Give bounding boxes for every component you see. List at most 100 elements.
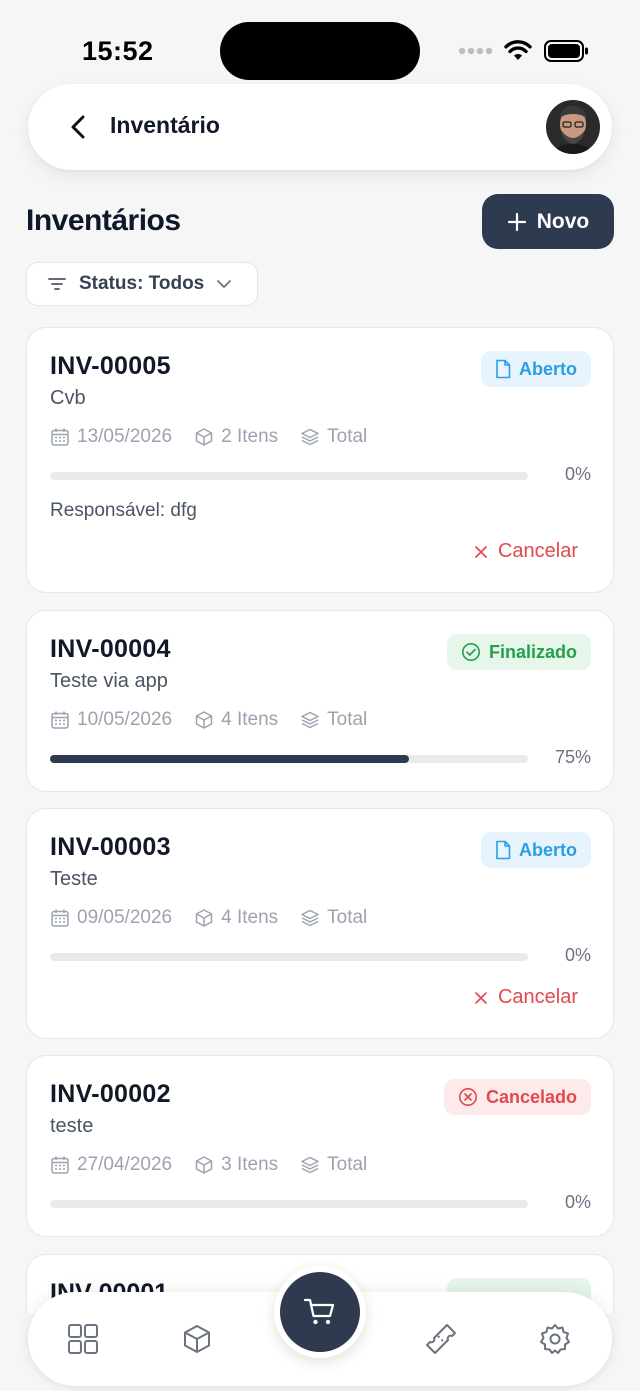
ticket-icon (426, 1324, 456, 1354)
close-icon (475, 991, 487, 1004)
responsible-label: Responsável: dfg (50, 500, 197, 521)
check-circle-icon (461, 643, 480, 661)
inventory-scope: Total (327, 1154, 368, 1175)
inventory-code: INV-00003 (50, 833, 171, 861)
inventory-card[interactable]: INV-00005 Cvb Aberto 13/05/2026 2 Itens (26, 327, 614, 593)
inventory-items: 3 Itens (221, 1154, 279, 1175)
progress-bar (50, 953, 528, 961)
nav-tickets[interactable] (424, 1322, 458, 1356)
progress-percent: 75% (554, 747, 591, 767)
inventory-card[interactable]: INV-00003 Teste Aberto 09/05/2026 4 Iten… (26, 808, 614, 1039)
calendar-icon (51, 909, 69, 927)
progress-percent: 0% (564, 464, 591, 484)
inventory-code: INV-00002 (50, 1080, 171, 1108)
card-meta: 13/05/2026 2 Itens Total (50, 426, 389, 448)
progress-fill (50, 755, 409, 763)
inventory-description: Teste via app (50, 670, 168, 692)
status-badge: Aberto (481, 351, 591, 387)
inventory-scope: Total (327, 709, 368, 730)
status-bar: 15:52 (0, 0, 640, 90)
inventory-items: 4 Itens (221, 709, 279, 730)
progress-percent: 0% (564, 945, 591, 965)
cart-fab-button[interactable] (274, 1266, 366, 1358)
layers-icon (301, 711, 319, 729)
avatar[interactable] (546, 100, 600, 154)
inventory-description: Teste (50, 868, 98, 890)
status-badge: Aberto (481, 832, 591, 868)
x-circle-icon (458, 1088, 477, 1106)
inventory-card[interactable]: INV-00002 teste Cancelado 27/04/2026 3 I… (26, 1055, 614, 1237)
inventory-date: 13/05/2026 (77, 426, 173, 447)
chevron-left-icon (71, 115, 85, 139)
cancel-label: Cancelar (497, 540, 578, 562)
top-app-bar: Inventário (28, 84, 612, 170)
cart-icon (303, 1298, 335, 1325)
chevron-down-icon (217, 280, 232, 288)
gear-icon (540, 1324, 570, 1354)
inventory-description: teste (50, 1115, 94, 1137)
status-badge-label: Aberto (519, 839, 577, 860)
document-icon (496, 359, 511, 379)
status-icons (458, 40, 590, 62)
status-badge-label: Aberto (519, 358, 577, 379)
box-icon (195, 428, 213, 446)
layers-icon (301, 909, 319, 927)
user-avatar-image (546, 100, 600, 154)
progress-bar (50, 472, 528, 480)
new-button-label: Novo (536, 209, 590, 233)
cancel-inventory-button[interactable]: Cancelar (474, 540, 578, 563)
inventory-scope: Total (327, 426, 368, 447)
filter-label: Status: Todos (79, 273, 205, 294)
status-badge-label: Finalizado (488, 641, 577, 662)
calendar-icon (51, 428, 69, 446)
calendar-icon (51, 1156, 69, 1174)
progress-percent: 0% (564, 1192, 591, 1212)
battery-icon (544, 40, 588, 62)
filter-icon (48, 278, 66, 290)
inventory-date: 10/05/2026 (77, 709, 173, 730)
inventory-date: 09/05/2026 (77, 907, 173, 928)
box-icon (184, 1325, 210, 1353)
page-title: Inventários (26, 204, 181, 237)
progress-bar (50, 755, 528, 763)
grid-icon (68, 1324, 98, 1354)
inventory-code: INV-00004 (50, 635, 171, 663)
wifi-icon (504, 40, 532, 60)
inventory-card[interactable]: INV-00004 Teste via app Finalizado 10/05… (26, 610, 614, 792)
dynamic-island (220, 22, 420, 80)
header-title: Inventário (110, 112, 220, 138)
status-time: 15:52 (82, 36, 154, 66)
document-icon (496, 840, 511, 860)
signal-icon (458, 47, 492, 55)
status-badge: Finalizado (446, 634, 591, 670)
cancel-inventory-button[interactable]: Cancelar (474, 986, 578, 1009)
card-meta: 10/05/2026 4 Itens Total (50, 709, 389, 731)
nav-dashboard[interactable] (66, 1322, 100, 1356)
box-icon (195, 711, 213, 729)
nav-products[interactable] (180, 1322, 214, 1356)
status-badge: Cancelado (443, 1079, 591, 1115)
close-icon (475, 545, 487, 558)
box-icon (195, 909, 213, 927)
box-icon (195, 1156, 213, 1174)
cart-fab-inner (280, 1272, 360, 1352)
inventory-scope: Total (327, 907, 368, 928)
layers-icon (301, 428, 319, 446)
layers-icon (301, 1156, 319, 1174)
plus-icon (507, 212, 526, 231)
nav-settings[interactable] (538, 1322, 572, 1356)
inventory-date: 27/04/2026 (77, 1154, 173, 1175)
progress-bar (50, 1200, 528, 1208)
new-inventory-button[interactable]: Novo (482, 194, 614, 249)
inventory-description: Cvb (50, 387, 86, 409)
calendar-icon (51, 711, 69, 729)
status-badge-label: Cancelado (485, 1086, 577, 1107)
back-button[interactable] (58, 107, 98, 147)
inventory-items: 2 Itens (221, 426, 279, 447)
card-meta: 27/04/2026 3 Itens Total (50, 1154, 389, 1176)
status-filter-dropdown[interactable]: Status: Todos (26, 262, 258, 306)
card-meta: 09/05/2026 4 Itens Total (50, 907, 389, 929)
cancel-label: Cancelar (497, 986, 578, 1008)
inventory-code: INV-00005 (50, 352, 171, 380)
inventory-items: 4 Itens (221, 907, 279, 928)
